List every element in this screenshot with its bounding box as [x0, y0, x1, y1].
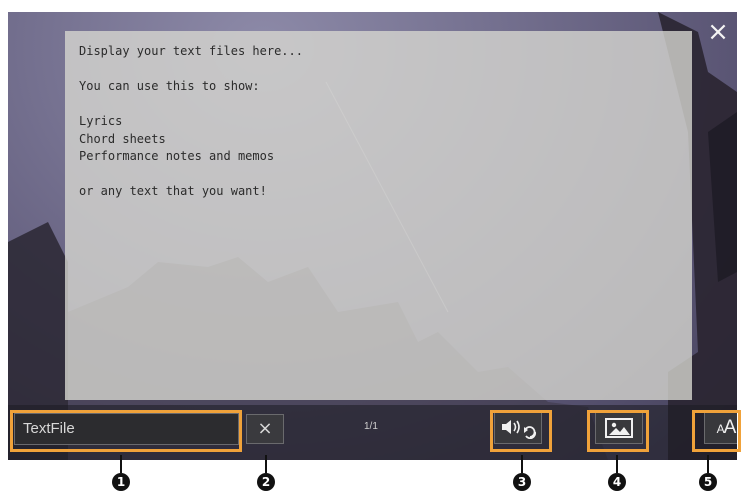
- callout-4: 4: [608, 455, 626, 491]
- page-indicator: 1/1: [364, 421, 378, 432]
- audio-link-button[interactable]: [494, 411, 542, 444]
- speaker-repeat-icon: [502, 419, 537, 439]
- text-viewer-screen: Display your text files here... You can …: [8, 12, 737, 460]
- close-icon[interactable]: ×: [706, 19, 730, 45]
- file-name-field[interactable]: TextFile: [14, 413, 239, 445]
- font-size-button[interactable]: AA: [704, 411, 737, 444]
- callout-5: 5: [699, 455, 717, 491]
- bottom-toolbar: TextFile × 1/1 AA: [8, 405, 737, 460]
- callout-1: 1: [112, 455, 130, 491]
- image-icon: [605, 417, 633, 438]
- text-display-panel: Display your text files here... You can …: [65, 31, 692, 400]
- close-file-button[interactable]: ×: [246, 414, 284, 444]
- font-size-icon: AA: [716, 416, 737, 438]
- background-image-button[interactable]: [595, 411, 643, 444]
- callout-2: 2: [257, 455, 275, 491]
- callout-3: 3: [513, 455, 531, 491]
